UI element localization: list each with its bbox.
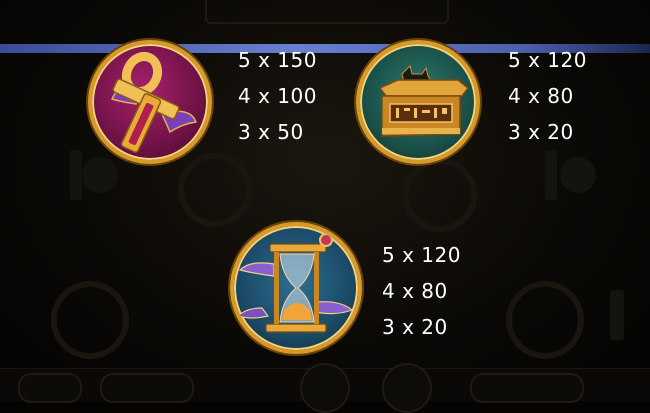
payout-3: 3 x 20: [508, 120, 574, 144]
anubis-chest-icon: [378, 65, 470, 137]
anubis-chest-symbol: [356, 40, 480, 164]
hourglass-payouts: 5 x 120 4 x 80 3 x 20: [382, 237, 461, 345]
payout-5: 5 x 150: [238, 48, 317, 72]
bet-button-ghost: [100, 373, 194, 403]
win-display-ghost: [470, 373, 584, 403]
payout-5: 5 x 120: [382, 243, 461, 267]
anubis-chest-payouts: 5 x 120 4 x 80 3 x 20: [508, 42, 587, 150]
payout-5: 5 x 120: [508, 48, 587, 72]
autoplay-button-ghost: [382, 363, 432, 413]
payout-3: 3 x 20: [382, 315, 448, 339]
ankh-symbol: [88, 40, 212, 164]
payout-3: 3 x 50: [238, 120, 304, 144]
spin-button-ghost: [300, 363, 350, 413]
payout-4: 4 x 100: [238, 84, 317, 108]
ankh-icon: [110, 51, 198, 153]
payout-4: 4 x 80: [382, 279, 448, 303]
hourglass-symbol: [230, 222, 362, 354]
winged-hourglass-icon: [236, 233, 354, 333]
payout-4: 4 x 80: [508, 84, 574, 108]
ankh-payouts: 5 x 150 4 x 100 3 x 50: [238, 42, 317, 150]
info-button-ghost: [18, 373, 82, 403]
bottom-control-bar: [0, 363, 650, 413]
